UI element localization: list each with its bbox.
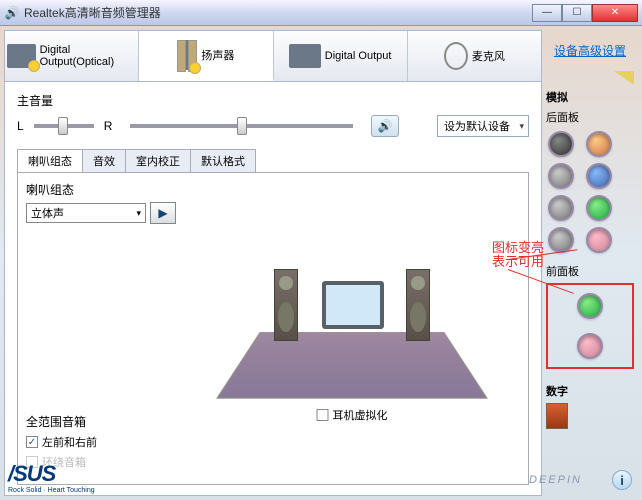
analog-label: 模拟 bbox=[546, 89, 634, 105]
titlebar: 🔊 Realtek高清晰音频管理器 — ☐ ✕ bbox=[0, 0, 642, 26]
balance-slider[interactable] bbox=[34, 124, 94, 128]
front-lr-label: 左前和右前 bbox=[42, 434, 97, 450]
digital-group: 数字 bbox=[546, 383, 634, 429]
stage-monitor bbox=[322, 281, 384, 329]
test-play-button[interactable]: ▶ bbox=[150, 202, 176, 224]
subtab-effects[interactable]: 音效 bbox=[82, 149, 126, 173]
volume-label: 主音量 bbox=[17, 92, 529, 109]
port-green[interactable] bbox=[586, 195, 612, 221]
subtab-room[interactable]: 室内校正 bbox=[125, 149, 191, 173]
tab-label: 麦克风 bbox=[472, 48, 505, 64]
stage-speaker-right[interactable] bbox=[406, 269, 430, 341]
headphone-virt-checkbox[interactable] bbox=[317, 409, 329, 421]
headphone-virt-label: 耳机虚拟化 bbox=[333, 407, 388, 423]
tab-speakers[interactable]: 扬声器 bbox=[139, 31, 273, 81]
help-button[interactable]: i bbox=[612, 470, 632, 490]
tab-digital-optical[interactable]: Digital Output(Optical) bbox=[5, 31, 139, 81]
minimize-button[interactable]: — bbox=[532, 4, 562, 22]
left-column: Digital Output(Optical) 扬声器 Digital Outp… bbox=[4, 30, 542, 496]
watermark: DEEPIN bbox=[529, 474, 582, 486]
mute-button[interactable]: 🔊 bbox=[371, 115, 399, 137]
config-label: 喇叭组态 bbox=[26, 181, 176, 198]
subtab-format[interactable]: 默认格式 bbox=[190, 149, 256, 173]
mic-icon bbox=[444, 42, 468, 70]
port-blue[interactable] bbox=[586, 163, 612, 189]
window-body: Digital Output(Optical) 扬声器 Digital Outp… bbox=[0, 26, 642, 500]
balance-left-label: L bbox=[17, 119, 24, 133]
rear-panel-label: 后面板 bbox=[546, 109, 634, 125]
system-buttons: — ☐ ✕ bbox=[532, 4, 638, 22]
sub-tabs: 喇叭组态 音效 室内校正 默认格式 bbox=[17, 149, 529, 173]
front-ports-box bbox=[546, 283, 634, 369]
volume-section: 主音量 L R 🔊 设为默认设备 bbox=[17, 92, 529, 145]
asus-tagline: Rock Solid · Heart Touching bbox=[8, 487, 95, 494]
config-column: 喇叭组态 立体声 ▶ 全范围音箱 ✓ 左前和右前 环绕音箱 bbox=[26, 181, 176, 476]
tab-digital-output[interactable]: Digital Output bbox=[274, 31, 408, 81]
speaker-stage: 耳机虚拟化 图标变亮 表示可用 bbox=[184, 181, 520, 476]
speaker-config-select[interactable]: 立体声 bbox=[26, 203, 146, 223]
digital-port-icon[interactable] bbox=[546, 403, 568, 429]
tab-label: 扬声器 bbox=[201, 47, 234, 63]
stage-floor bbox=[216, 332, 488, 399]
front-port-green[interactable] bbox=[577, 293, 603, 319]
port-grey[interactable] bbox=[548, 163, 574, 189]
corner-fold-icon[interactable] bbox=[614, 71, 634, 85]
device-icon bbox=[289, 44, 321, 68]
maximize-button[interactable]: ☐ bbox=[562, 4, 592, 22]
device-icon bbox=[7, 44, 36, 68]
port-orange[interactable] bbox=[586, 131, 612, 157]
device-tabs: Digital Output(Optical) 扬声器 Digital Outp… bbox=[4, 30, 542, 82]
tab-label: Digital Output(Optical) bbox=[40, 44, 137, 68]
advanced-settings-link[interactable]: 设备高级设置 bbox=[546, 42, 634, 59]
speakers-icon bbox=[177, 40, 197, 70]
tab-microphone[interactable]: 麦克风 bbox=[408, 31, 541, 81]
fullrange-label: 全范围音箱 bbox=[26, 413, 176, 430]
app-icon: 🔊 bbox=[4, 5, 20, 21]
digital-label: 数字 bbox=[546, 383, 634, 399]
volume-slider[interactable] bbox=[130, 124, 353, 128]
front-port-pink[interactable] bbox=[577, 333, 603, 359]
content-box: 喇叭组态 立体声 ▶ 全范围音箱 ✓ 左前和右前 环绕音箱 bbox=[17, 172, 529, 485]
balance-right-label: R bbox=[104, 119, 113, 133]
front-lr-checkbox[interactable]: ✓ bbox=[26, 436, 38, 448]
main-panel: 主音量 L R 🔊 设为默认设备 喇叭组态 音效 室内校正 默认格式 bbox=[4, 82, 542, 496]
port-black[interactable] bbox=[548, 131, 574, 157]
asus-logo-text: /SUS bbox=[8, 461, 95, 487]
window-title: Realtek高清晰音频管理器 bbox=[24, 4, 532, 21]
port-pink[interactable] bbox=[586, 227, 612, 253]
subtab-config[interactable]: 喇叭组态 bbox=[17, 149, 83, 173]
stage-speaker-left[interactable] bbox=[274, 269, 298, 341]
brand-logo: /SUS Rock Solid · Heart Touching bbox=[8, 461, 95, 494]
port-grey2[interactable] bbox=[548, 195, 574, 221]
tab-label: Digital Output bbox=[325, 50, 392, 62]
rear-ports bbox=[546, 129, 634, 255]
close-button[interactable]: ✕ bbox=[592, 4, 638, 22]
default-device-dropdown[interactable]: 设为默认设备 bbox=[437, 115, 529, 137]
annotation-text: 图标变亮 表示可用 bbox=[492, 241, 562, 269]
analog-group: 模拟 后面板 前面板 bbox=[546, 89, 634, 369]
